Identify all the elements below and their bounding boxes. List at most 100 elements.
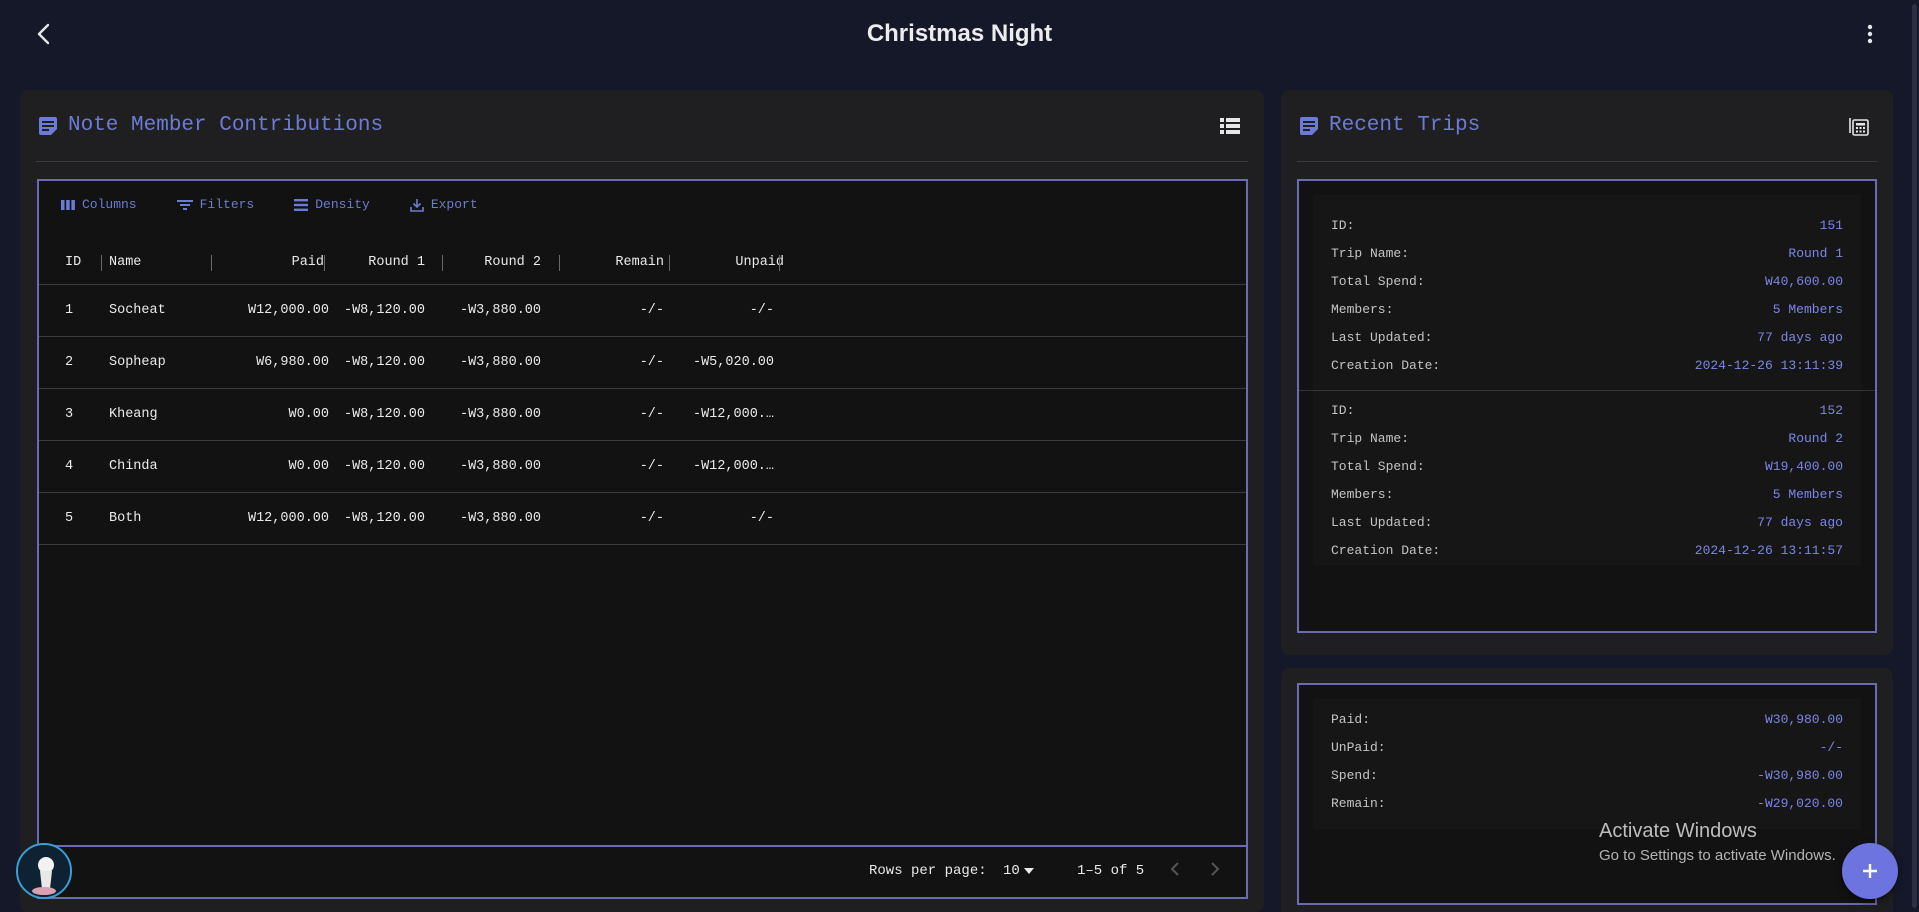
cell-unpaid: -/- (749, 303, 774, 318)
value: Round 2 (1788, 430, 1843, 446)
cell-paid: W12,000.00 (247, 303, 329, 318)
density-label: Density (315, 197, 370, 212)
avatar[interactable] (16, 843, 72, 899)
trip-created-row: Creation Date: 2024-12-26 13:11:57 (1331, 540, 1843, 560)
rows-per-page-select[interactable]: 10 (1003, 863, 1034, 879)
caret-down-icon (1023, 868, 1034, 874)
cell-round1: -W8,120.00 (343, 459, 425, 474)
value: 77 days ago (1757, 329, 1843, 345)
cell-unpaid: -W5,020.00 (692, 355, 774, 370)
scrollbar-thumb[interactable] (1912, 4, 1917, 908)
summary-panel: Paid: W30,980.00 UnPaid: -/- Spend: -W30,98… (1297, 683, 1877, 905)
trip-card[interactable]: ID: 152 Trip Name: Round 2 Total Spend: W19… (1313, 395, 1861, 565)
column-separator[interactable] (101, 255, 102, 271)
column-header-paid[interactable]: Paid (209, 241, 324, 284)
filters-button[interactable]: Filters (176, 197, 254, 212)
cell-remain: -/- (639, 355, 664, 370)
label: UnPaid: (1331, 739, 1386, 755)
chevron-right-icon (1211, 862, 1220, 876)
cell-round2: -W3,880.00 (459, 511, 541, 526)
cell-paid: W0.00 (288, 459, 329, 474)
label: Creation Date: (1331, 542, 1441, 558)
summary-block: Paid: W30,980.00 UnPaid: -/- Spend: -W30,98… (1313, 699, 1861, 829)
note-icon (38, 116, 58, 136)
value: Round 1 (1788, 245, 1843, 261)
cell-paid: W6,980.00 (256, 355, 329, 370)
add-button[interactable] (1842, 843, 1898, 899)
grid-header-row: ID Name Paid Round 1 Round 2 Remain Unpa… (39, 241, 1246, 285)
cell-round1: -W8,120.00 (343, 303, 425, 318)
label: Members: (1331, 301, 1394, 317)
divider (1299, 390, 1875, 391)
cell-id: 2 (65, 355, 74, 370)
more-vert-icon (1867, 24, 1873, 44)
previous-page-button[interactable] (1169, 861, 1181, 882)
column-header-remain[interactable]: Remain (541, 241, 664, 284)
column-header-name[interactable]: Name (109, 241, 209, 284)
trip-name-row: Trip Name: Round 2 (1331, 428, 1843, 448)
next-page-button[interactable] (1209, 861, 1221, 882)
cell-name: Socheat (109, 303, 166, 318)
watermark-subtitle: Go to Settings to activate Windows. (1599, 847, 1836, 864)
cell-round2: -W3,880.00 (459, 303, 541, 318)
label: ID: (1331, 217, 1355, 233)
column-separator[interactable] (779, 255, 780, 271)
export-button[interactable]: Export (410, 197, 478, 212)
table-row[interactable]: 5 Both W12,000.00 -W8,120.00 -W3,880.00 … (39, 493, 1246, 545)
cell-name: Both (109, 511, 142, 526)
recent-trips-title: Recent Trips (1329, 114, 1481, 137)
cell-paid: W12,000.00 (247, 511, 329, 526)
windows-watermark: Activate Windows Go to Settings to activ… (1599, 820, 1836, 864)
watermark-title: Activate Windows (1599, 820, 1757, 842)
columns-icon (61, 199, 75, 210)
table-row[interactable]: 2 Sopheap W6,980.00 -W8,120.00 -W3,880.0… (39, 337, 1246, 389)
list-view-button[interactable] (1220, 117, 1240, 135)
label: Creation Date: (1331, 357, 1441, 373)
more-options-button[interactable] (1854, 18, 1886, 50)
cell-name: Sopheap (109, 355, 166, 370)
back-button[interactable] (28, 18, 60, 50)
cell-round2: -W3,880.00 (459, 355, 541, 370)
columns-label: Columns (82, 197, 137, 212)
column-header-id[interactable]: ID (65, 241, 105, 284)
trip-updated-row: Last Updated: 77 days ago (1331, 327, 1843, 347)
density-button[interactable]: Density (294, 197, 370, 212)
page-title: Christmas Night (866, 20, 1053, 47)
list-icon (1220, 117, 1240, 134)
rows-per-page-value: 10 (1003, 863, 1020, 879)
column-header-round1[interactable]: Round 1 (329, 241, 425, 284)
pagination-range: 1–5 of 5 (1077, 863, 1145, 879)
rows-per-page-label: Rows per page: (869, 863, 987, 879)
download-icon (410, 198, 424, 212)
columns-button[interactable]: Columns (61, 197, 137, 212)
contributions-card: Note Member Contributions Columns Filter… (20, 90, 1264, 912)
summary-card: Paid: W30,980.00 UnPaid: -/- Spend: -W30,98… (1281, 668, 1893, 912)
trip-id-row: ID: 151 (1331, 215, 1843, 235)
column-separator[interactable] (324, 255, 325, 271)
calculator-button[interactable] (1849, 116, 1869, 136)
value: W40,600.00 (1764, 273, 1843, 289)
chevron-left-icon (37, 23, 50, 45)
summary-spend-row: Spend: -W30,980.00 (1331, 765, 1843, 785)
cell-id: 3 (65, 407, 74, 422)
label: Paid: (1331, 711, 1371, 727)
cell-round1: -W8,120.00 (343, 355, 425, 370)
table-row[interactable]: 3 Kheang W0.00 -W8,120.00 -W3,880.00 -/-… (39, 389, 1246, 441)
value: -/- (1819, 739, 1843, 755)
contributions-header: Note Member Contributions (36, 90, 1248, 162)
chevron-left-icon (1170, 862, 1179, 876)
label: Total Spend: (1331, 458, 1425, 474)
note-icon (1299, 116, 1319, 136)
table-row[interactable]: 1 Socheat W12,000.00 -W8,120.00 -W3,880.… (39, 285, 1246, 337)
column-header-unpaid[interactable]: Unpaid (669, 241, 784, 284)
column-header-round2[interactable]: Round 2 (427, 241, 541, 284)
value: 2024-12-26 13:11:57 (1694, 542, 1843, 558)
cell-unpaid: -/- (749, 511, 774, 526)
page-scrollbar[interactable] (1910, 0, 1919, 912)
label: ID: (1331, 402, 1355, 418)
trip-created-row: Creation Date: 2024-12-26 13:11:39 (1331, 355, 1843, 375)
cell-unpaid: -W12,000.… (692, 407, 774, 422)
trip-updated-row: Last Updated: 77 days ago (1331, 512, 1843, 532)
table-row[interactable]: 4 Chinda W0.00 -W8,120.00 -W3,880.00 -/-… (39, 441, 1246, 493)
trip-card[interactable]: ID: 151 Trip Name: Round 1 Total Spend: W40… (1313, 195, 1861, 395)
